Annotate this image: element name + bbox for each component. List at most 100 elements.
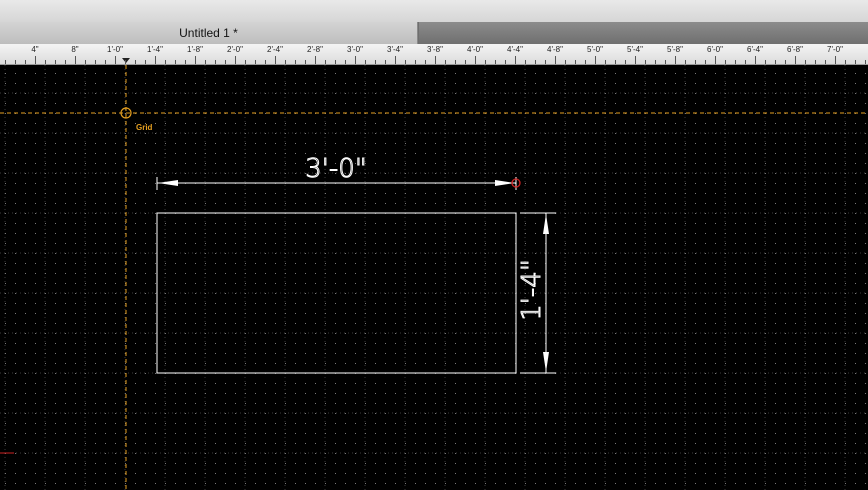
ruler-major-tick bbox=[275, 56, 276, 64]
ruler-minor-tick bbox=[365, 60, 366, 64]
ruler-minor-tick bbox=[15, 60, 16, 64]
ruler-minor-tick bbox=[255, 60, 256, 64]
ruler-minor-tick bbox=[645, 60, 646, 64]
ruler-minor-tick bbox=[165, 60, 166, 64]
ruler-minor-tick bbox=[505, 60, 506, 64]
ruler-label: 5'-8" bbox=[667, 45, 683, 54]
ruler-label: 7'-0" bbox=[827, 45, 843, 54]
ruler-minor-tick bbox=[695, 60, 696, 64]
ruler-label: 2'-4" bbox=[267, 45, 283, 54]
ruler-minor-tick bbox=[575, 60, 576, 64]
ruler-minor-tick bbox=[405, 60, 406, 64]
ruler-major-tick bbox=[475, 56, 476, 64]
ruler-minor-tick bbox=[215, 60, 216, 64]
ruler-minor-tick bbox=[125, 60, 126, 64]
tab-title: Untitled 1 * bbox=[179, 26, 238, 40]
ruler-major-tick bbox=[75, 56, 76, 64]
tab-untitled-1[interactable]: Untitled 1 * bbox=[0, 22, 418, 44]
ruler-minor-tick bbox=[225, 60, 226, 64]
ruler-major-tick bbox=[35, 56, 36, 64]
drawing-layer: Grid 3'-0" 1'-4" bbox=[0, 65, 868, 490]
ruler-minor-tick bbox=[265, 60, 266, 64]
ruler-minor-tick bbox=[445, 60, 446, 64]
ruler-major-tick bbox=[795, 56, 796, 64]
ruler-minor-tick bbox=[785, 60, 786, 64]
ruler-minor-tick bbox=[105, 60, 106, 64]
ruler-minor-tick bbox=[845, 60, 846, 64]
width-dimension[interactable]: 3'-0" bbox=[156, 154, 517, 190]
ruler-major-tick bbox=[115, 56, 116, 64]
ruler-minor-tick bbox=[815, 60, 816, 64]
ruler-minor-tick bbox=[655, 60, 656, 64]
ruler-minor-tick bbox=[5, 60, 6, 64]
ruler-label: 1'-0" bbox=[107, 45, 123, 54]
ruler-minor-tick bbox=[285, 60, 286, 64]
ruler-minor-tick bbox=[565, 60, 566, 64]
arrowhead-down-icon bbox=[543, 352, 549, 372]
ruler-minor-tick bbox=[855, 60, 856, 64]
tab-bar: Untitled 1 * bbox=[0, 22, 868, 45]
ruler-minor-tick bbox=[325, 60, 326, 64]
ruler-label: 5'-4" bbox=[627, 45, 643, 54]
ruler-major-tick bbox=[395, 56, 396, 64]
ruler-major-tick bbox=[435, 56, 436, 64]
width-dimension-text: 3'-0" bbox=[305, 154, 367, 184]
ruler-minor-tick bbox=[85, 60, 86, 64]
height-dimension[interactable]: 1'-4" bbox=[517, 212, 556, 374]
ruler-minor-tick bbox=[535, 60, 536, 64]
ruler-minor-tick bbox=[205, 60, 206, 64]
ruler-label: 5'-0" bbox=[587, 45, 603, 54]
ruler-minor-tick bbox=[665, 60, 666, 64]
ruler-minor-tick bbox=[305, 60, 306, 64]
ruler-minor-tick bbox=[825, 60, 826, 64]
ruler-label: 1'-4" bbox=[147, 45, 163, 54]
ruler-label: 2'-0" bbox=[227, 45, 243, 54]
ruler-origin-marker[interactable] bbox=[122, 58, 130, 63]
ruler-minor-tick bbox=[865, 60, 866, 64]
ruler-label: 3'-0" bbox=[347, 45, 363, 54]
ruler-minor-tick bbox=[415, 60, 416, 64]
ruler-minor-tick bbox=[455, 60, 456, 64]
ruler-minor-tick bbox=[25, 60, 26, 64]
ruler-minor-tick bbox=[345, 60, 346, 64]
ruler-minor-tick bbox=[605, 60, 606, 64]
ruler-major-tick bbox=[195, 56, 196, 64]
ruler-minor-tick bbox=[585, 60, 586, 64]
ruler-major-tick bbox=[715, 56, 716, 64]
ruler-minor-tick bbox=[705, 60, 706, 64]
ruler-major-tick bbox=[315, 56, 316, 64]
ruler-major-tick bbox=[675, 56, 676, 64]
ruler-minor-tick bbox=[725, 60, 726, 64]
ruler-minor-tick bbox=[185, 60, 186, 64]
ruler-label: 1'-8" bbox=[187, 45, 203, 54]
ruler-label: 8" bbox=[71, 45, 79, 54]
ruler-major-tick bbox=[835, 56, 836, 64]
ruler-minor-tick bbox=[245, 60, 246, 64]
ruler-major-tick bbox=[355, 56, 356, 64]
ruler-minor-tick bbox=[295, 60, 296, 64]
ruler-minor-tick bbox=[745, 60, 746, 64]
ruler-minor-tick bbox=[45, 60, 46, 64]
rectangle-shape[interactable] bbox=[156, 212, 517, 374]
ruler-major-tick bbox=[555, 56, 556, 64]
ruler-minor-tick bbox=[95, 60, 96, 64]
ruler-minor-tick bbox=[735, 60, 736, 64]
ruler-minor-tick bbox=[685, 60, 686, 64]
horizontal-ruler[interactable]: 4" 8" 1'-0" 1'-4" 1'-8" 2'-0" 2'-4" 2'-8" 3'-0" 3… bbox=[0, 44, 868, 65]
ruler-minor-tick bbox=[465, 60, 466, 64]
guide-label: Grid bbox=[136, 123, 153, 132]
drawing-canvas[interactable]: Grid 3'-0" 1'-4" bbox=[0, 65, 868, 490]
ruler-minor-tick bbox=[55, 60, 56, 64]
ruler-label: 3'-4" bbox=[387, 45, 403, 54]
window-titlebar bbox=[0, 0, 868, 22]
ruler-major-tick bbox=[155, 56, 156, 64]
ruler-minor-tick bbox=[385, 60, 386, 64]
ruler-label: 4'-0" bbox=[467, 45, 483, 54]
tab-bar-empty-area bbox=[419, 22, 868, 44]
ruler-label: 2'-8" bbox=[307, 45, 323, 54]
ruler-minor-tick bbox=[545, 60, 546, 64]
arrowhead-left-icon bbox=[158, 180, 178, 186]
height-dimension-text: 1'-4" bbox=[517, 259, 547, 321]
ruler-minor-tick bbox=[615, 60, 616, 64]
ruler-minor-tick bbox=[425, 60, 426, 64]
